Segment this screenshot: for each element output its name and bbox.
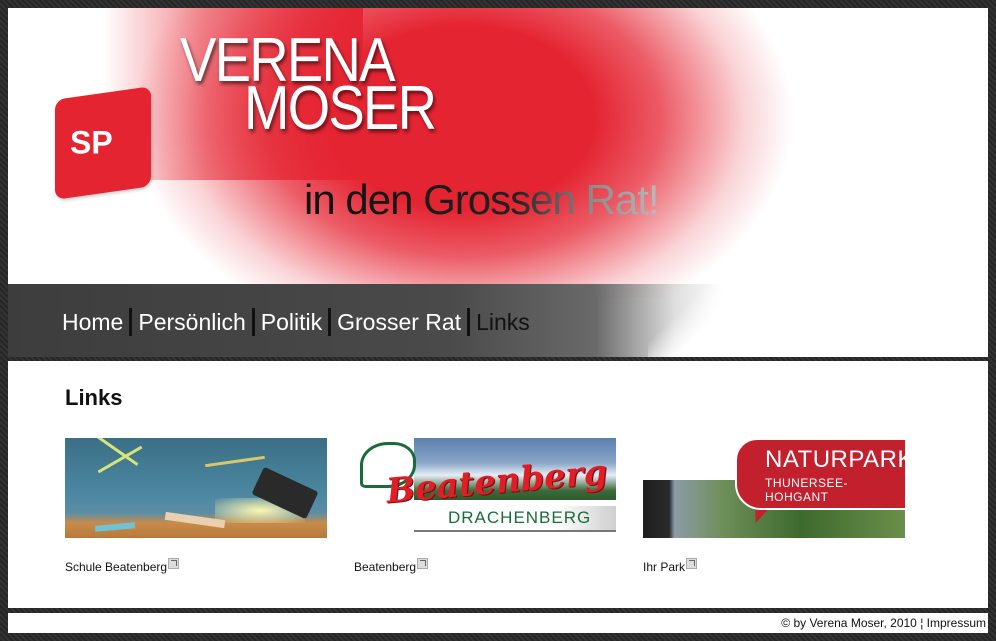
link-label: Schule Beatenberg (65, 560, 168, 574)
footer-text: © by Verena Moser, 2010 ¦ Impressum (781, 616, 986, 630)
external-link-icon (168, 558, 180, 569)
link-card-schule: Schule Beatenberg (65, 438, 327, 574)
main-content: Links Schule Beatenberg Beatenberg DRACH… (8, 361, 988, 608)
schule-beatenberg-image-link[interactable] (65, 438, 327, 538)
slogan: in den Grossen Rat! (304, 176, 660, 223)
page-title: Links (65, 385, 123, 410)
naturpark-image-link[interactable]: NATURPARK THUNERSEE-HOHGANT (643, 438, 905, 538)
header-banner: SP VERENA MOSER in den Grossen Rat! Home… (8, 8, 988, 357)
footer: © by Verena Moser, 2010 ¦ Impressum (8, 613, 988, 633)
external-link-icon (417, 558, 429, 569)
nav-item-politik[interactable]: Politik (251, 308, 328, 336)
link-label: Beatenberg (354, 560, 417, 574)
nav-item-persoenlich[interactable]: Persönlich (129, 308, 251, 336)
nav-item-home[interactable]: Home (62, 308, 129, 336)
beatenberg-link[interactable]: Beatenberg (354, 558, 429, 574)
chalk-piece (94, 522, 136, 532)
naturpark-subtitle: THUNERSEE-HOHGANT (765, 476, 849, 504)
page: SP VERENA MOSER in den Grossen Rat! Home… (8, 8, 988, 635)
ihr-park-link[interactable]: Ihr Park (643, 558, 698, 574)
link-label: Ihr Park (643, 560, 686, 574)
nav-item-links[interactable]: Links (467, 308, 536, 336)
impressum-link[interactable]: Impressum (927, 616, 986, 630)
external-link-icon (686, 558, 698, 569)
sp-logo[interactable]: SP (55, 86, 151, 200)
chalk-mark (205, 455, 265, 468)
drachenberg-subtitle: DRACHENBERG (448, 508, 592, 527)
schule-beatenberg-link[interactable]: Schule Beatenberg (65, 558, 180, 574)
link-card-beatenberg: Beatenberg DRACHENBERG Beatenberg (354, 438, 616, 574)
copyright-text: © by Verena Moser, 2010 ¦ (781, 616, 927, 630)
main-navigation: Home Persönlich Politik Grosser Rat Link… (62, 308, 536, 336)
naturpark-title: NATURPARK (765, 446, 905, 473)
nav-item-grosser-rat[interactable]: Grosser Rat (328, 308, 467, 336)
sp-logo-text: SP (70, 124, 113, 161)
candidate-last-name: MOSER (244, 74, 437, 143)
link-card-ihr-park: NATURPARK THUNERSEE-HOHGANT Ihr Park (643, 438, 905, 574)
beatenberg-image-link[interactable]: Beatenberg DRACHENBERG (354, 438, 616, 538)
